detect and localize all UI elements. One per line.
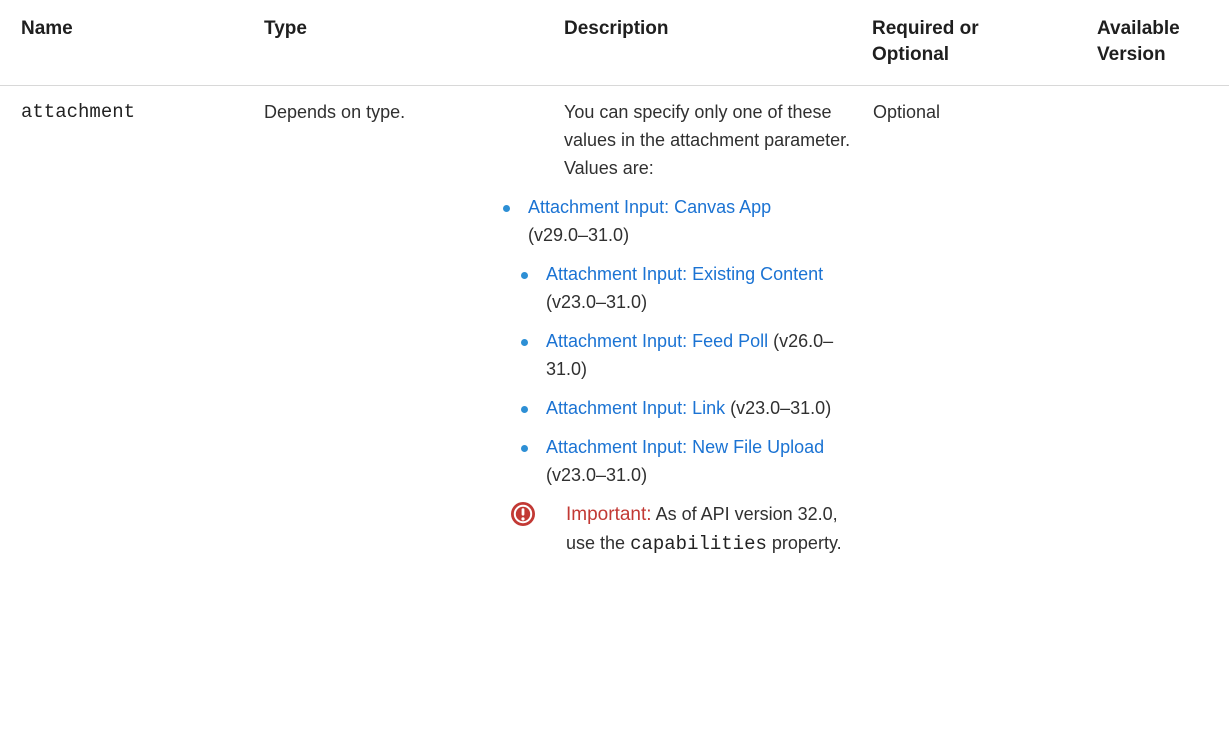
bullet-icon [521, 272, 528, 279]
header-type: Type [264, 18, 307, 39]
header-required-line2: Optional [872, 44, 950, 65]
link-feed-poll[interactable]: Attachment Input: Feed Poll [546, 331, 768, 351]
header-required: Required or Optional [872, 16, 979, 68]
param-required: Optional [873, 102, 941, 122]
list-item: Attachment Input: Feed Poll (v26.0–31.0) [521, 327, 836, 383]
list-item: Attachment Input: New File Upload (v23.0… [521, 433, 836, 489]
param-name: attachment [21, 101, 136, 123]
link-existing-content[interactable]: Attachment Input: Existing Content [546, 264, 823, 284]
header-version: Available Version [1097, 16, 1180, 68]
header-version-line1: Available [1097, 18, 1180, 39]
version-range: (v29.0–31.0) [528, 225, 630, 245]
important-label: Important: [566, 504, 652, 525]
list-item: Attachment Input: Canvas App (v29.0–31.0… [503, 193, 818, 249]
link-link[interactable]: Attachment Input: Link [546, 398, 725, 418]
version-range: (v23.0–31.0) [546, 465, 648, 485]
link-new-file-upload[interactable]: Attachment Input: New File Upload [546, 437, 824, 457]
note-text-after: property. [771, 533, 842, 553]
header-version-line2: Version [1097, 44, 1166, 65]
list-item: Attachment Input: Link (v23.0–31.0) [521, 394, 836, 422]
version-range: (v23.0–31.0) [546, 292, 648, 312]
header-name: Name [21, 18, 73, 39]
important-note: Important: As of API version 32.0, use t… [511, 500, 856, 558]
header-divider [0, 85, 1229, 86]
list-item: Attachment Input: Existing Content (v23.… [521, 260, 836, 316]
bullet-icon [503, 205, 510, 212]
bullet-icon [521, 406, 528, 413]
version-range: (v23.0–31.0) [730, 398, 832, 418]
capabilities-code: capabilities [630, 533, 767, 555]
header-description: Description [564, 18, 669, 39]
param-type: Depends on type. [264, 102, 406, 122]
param-description: You can specify only one of these values… [503, 98, 864, 558]
values-list: Attachment Input: Canvas App (v29.0–31.0… [503, 193, 864, 489]
header-required-line1: Required or [872, 18, 979, 39]
bullet-icon [521, 445, 528, 452]
link-canvas-app[interactable]: Attachment Input: Canvas App [528, 197, 771, 217]
important-icon [511, 502, 535, 526]
description-intro: You can specify only one of these values… [564, 102, 851, 178]
bullet-icon [521, 339, 528, 346]
